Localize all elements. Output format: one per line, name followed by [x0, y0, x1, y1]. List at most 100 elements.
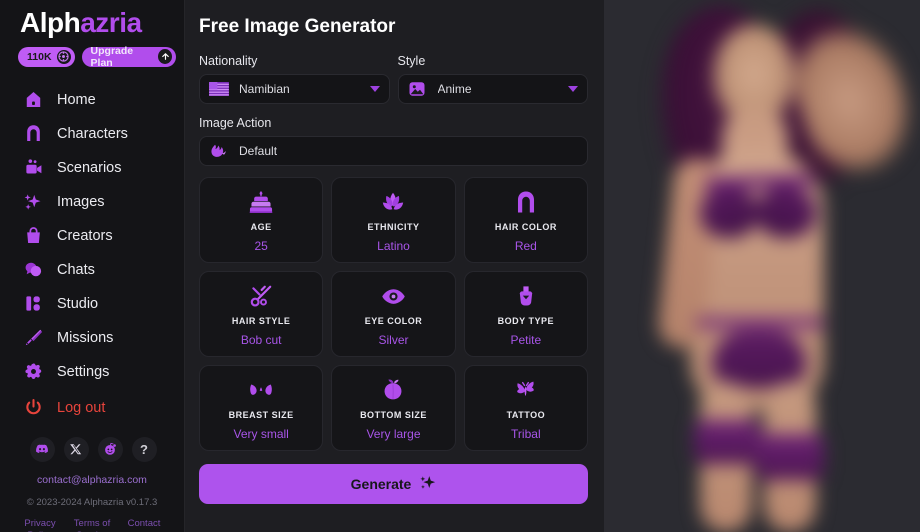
top-selectors-row: Nationality Namibian Style Anime	[199, 54, 588, 104]
attribute-grid: AGE 25 ETHNICITY Latino HAIR COLOR Red H…	[199, 177, 588, 451]
shopping-bag-icon	[22, 225, 44, 247]
attribute-card-ethnicity[interactable]: ETHNICITY Latino	[331, 177, 456, 263]
footer-link-terms-of-service[interactable]: Terms of Service	[66, 518, 118, 532]
copyright-text: © 2023-2024 Alphazria v0.17.3	[26, 496, 158, 508]
lotus-icon	[380, 187, 406, 217]
sidebar-item-label: Missions	[57, 329, 114, 346]
sidebar-item-missions[interactable]: Missions	[8, 321, 176, 355]
attribute-card-breast-size[interactable]: BREAST SIZE Very small	[199, 365, 324, 451]
sidebar-item-home[interactable]: Home	[8, 83, 176, 117]
image-action-field: Image Action Default	[199, 116, 588, 166]
chevron-down-icon[interactable]	[369, 86, 380, 92]
credits-badge[interactable]: 110K	[18, 46, 75, 67]
footer-link-line1: Contact	[127, 517, 161, 529]
logout-button[interactable]: Log out	[8, 391, 176, 425]
style-select[interactable]: Anime	[397, 74, 588, 104]
attribute-value: Very large	[366, 427, 421, 441]
app-logo[interactable]: Alphazria	[8, 0, 176, 39]
footer-links: Privacy Policy Terms of Service Contact …	[8, 518, 176, 532]
peach-icon	[380, 375, 406, 405]
nationality-select[interactable]: Namibian	[199, 74, 390, 104]
character-avatar-icon	[22, 123, 44, 145]
attribute-value: Petite	[510, 333, 542, 347]
contact-email-link[interactable]: contact@alphazria.com	[8, 474, 176, 486]
attribute-card-bottom-size[interactable]: BOTTOM SIZE Very large	[331, 365, 456, 451]
attribute-label: BREAST SIZE	[228, 410, 294, 420]
bra-icon	[248, 375, 274, 405]
attribute-label: ETHNICITY	[367, 222, 420, 232]
sidebar-item-settings[interactable]: Settings	[8, 355, 176, 389]
attribute-card-hair-color[interactable]: HAIR COLOR Red	[463, 177, 588, 263]
upgrade-plan-button[interactable]: Upgrade Plan	[81, 45, 176, 69]
attribute-card-eye-color[interactable]: EYE COLOR Silver	[331, 271, 456, 357]
butterfly-icon	[512, 375, 539, 405]
footer-link-contact-us[interactable]: Contact us	[118, 518, 170, 532]
sidebar-item-label: Settings	[57, 363, 110, 380]
preview-bra-right	[756, 186, 816, 238]
flame-icon	[209, 143, 229, 160]
sidebar-item-label: Creators	[57, 227, 113, 244]
coin-icon	[56, 49, 71, 64]
social-links: ?	[8, 436, 176, 462]
sidebar-item-characters[interactable]: Characters	[8, 117, 176, 151]
attribute-value: Bob cut	[240, 333, 282, 347]
attribute-value: Silver	[378, 333, 409, 347]
generate-button[interactable]: Generate	[199, 464, 588, 504]
attribute-card-body-type[interactable]: BODY TYPE Petite	[463, 271, 588, 357]
sparkles-icon	[22, 191, 44, 213]
chat-bubbles-icon	[22, 259, 44, 281]
chevron-down-icon[interactable]	[568, 86, 578, 92]
sword-icon	[22, 327, 44, 349]
credits-label: 110K	[27, 50, 52, 63]
generated-image-preview[interactable]	[604, 0, 920, 532]
help-glyph: ?	[140, 441, 148, 457]
sidebar-item-scenarios[interactable]: Scenarios	[8, 151, 176, 185]
attribute-value: Latino	[377, 239, 410, 253]
sidebar-item-label: Scenarios	[57, 159, 122, 176]
attribute-label: HAIR COLOR	[494, 222, 557, 232]
attribute-label: BODY TYPE	[497, 316, 554, 326]
logout-label: Log out	[57, 399, 106, 416]
sidebar-item-creators[interactable]: Creators	[8, 219, 176, 253]
reddit-icon[interactable]	[97, 436, 123, 462]
footer-link-line1: Terms of	[73, 517, 111, 529]
eye-icon	[380, 281, 407, 311]
attribute-card-hair-style[interactable]: HAIR STYLE Bob cut	[199, 271, 324, 357]
style-field: Style Anime	[397, 54, 588, 104]
home-icon	[22, 89, 44, 111]
attribute-card-tattoo[interactable]: TATTOO Tribal	[463, 365, 588, 451]
nationality-label: Nationality	[199, 54, 258, 68]
preview-panty	[712, 330, 806, 388]
account-badges: 110K Upgrade Plan	[8, 39, 176, 69]
birthday-cake-icon	[248, 187, 274, 217]
attribute-label: BOTTOM SIZE	[360, 410, 427, 420]
video-camera-icon	[22, 157, 44, 179]
sidebar-item-studio[interactable]: Studio	[8, 287, 176, 321]
image-action-value: Default	[239, 144, 278, 158]
sidebar-item-images[interactable]: Images	[8, 185, 176, 219]
x-twitter-icon[interactable]	[63, 436, 89, 462]
hair-icon	[513, 187, 539, 217]
preview-figure	[604, 0, 920, 532]
image-action-select[interactable]: Default	[199, 136, 588, 166]
sidebar-item-label: Images	[57, 193, 105, 210]
attribute-card-age[interactable]: AGE 25	[199, 177, 324, 263]
body-type-icon	[514, 281, 538, 311]
discord-icon[interactable]	[29, 436, 55, 462]
sidebar-item-chats[interactable]: Chats	[8, 253, 176, 287]
attribute-value: 25	[254, 239, 268, 253]
attribute-value: Very small	[233, 427, 289, 441]
sidebar-item-label: Studio	[57, 295, 99, 312]
scissors-icon	[248, 281, 274, 311]
generate-label: Generate	[350, 476, 412, 492]
sidebar-item-label: Characters	[57, 125, 128, 142]
arrow-up-circle-icon	[158, 49, 172, 65]
sparkle-icon	[419, 474, 436, 495]
sidebar-item-label: Chats	[57, 261, 95, 278]
sidebar-item-label: Home	[57, 91, 96, 108]
footer-link-privacy-policy[interactable]: Privacy Policy	[14, 518, 66, 532]
image-action-label: Image Action	[199, 116, 272, 130]
help-icon[interactable]: ?	[131, 436, 157, 462]
logo-text-primary: Alph	[20, 7, 81, 38]
nationality-field: Nationality Namibian	[199, 54, 390, 104]
